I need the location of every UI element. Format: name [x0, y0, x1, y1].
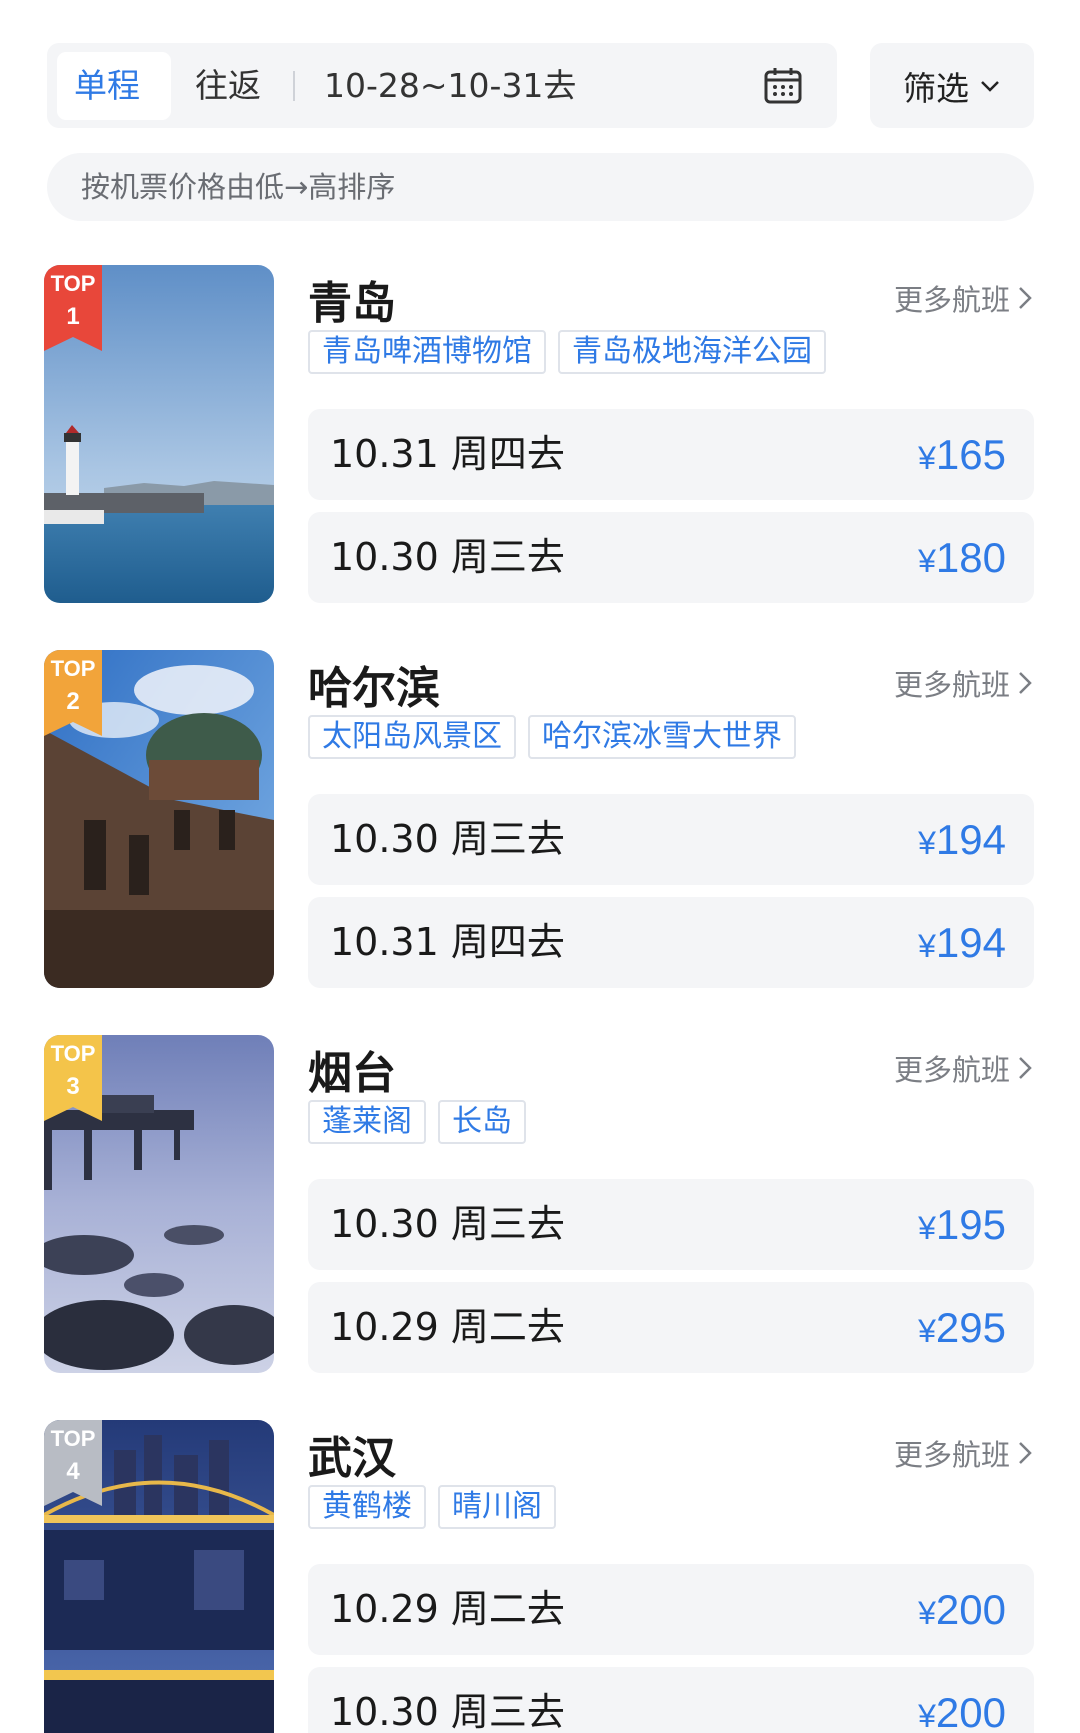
flight-row[interactable]: 10.30 周三去 ¥194 [308, 794, 1034, 885]
destination-card-yantai[interactable]: TOP 3 烟台 更多航班 蓬莱阁 长岛 10.30 周三去 ¥195 10.2… [44, 1035, 1034, 1375]
divider [293, 71, 295, 101]
destination-card-wuhan[interactable]: TOP 4 武汉 更多航班 黄鹤楼 晴川阁 10.29 周二去 ¥200 10.… [44, 1420, 1034, 1733]
city-name: 烟台 [308, 1048, 396, 1099]
flight-price: ¥200 [918, 1689, 1006, 1733]
sort-order-bar[interactable]: 按机票价格由低→高排序 [47, 153, 1034, 221]
flight-row[interactable]: 10.31 周四去 ¥194 [308, 897, 1034, 988]
calendar-icon[interactable] [764, 67, 802, 105]
attraction-tag[interactable]: 蓬莱阁 [308, 1100, 426, 1144]
attraction-tag[interactable]: 青岛极地海洋公园 [558, 330, 826, 374]
chevron-right-icon [1019, 1057, 1032, 1079]
rank-badge: TOP 3 [44, 1035, 102, 1121]
chevron-right-icon [1019, 287, 1032, 309]
flight-price: ¥195 [918, 1201, 1006, 1248]
flight-row[interactable]: 10.30 周三去 ¥200 [308, 1667, 1034, 1733]
flight-date: 10.30 周三去 [330, 1202, 565, 1246]
attraction-tag[interactable]: 哈尔滨冰雪大世界 [528, 715, 796, 759]
more-flights-link[interactable]: 更多航班 [894, 1432, 1034, 1474]
filter-button[interactable]: 筛选 [870, 43, 1034, 128]
flight-price: ¥165 [918, 431, 1006, 478]
flight-date: 10.30 周三去 [330, 535, 565, 579]
attraction-tag[interactable]: 青岛啤酒博物馆 [308, 330, 546, 374]
city-name: 青岛 [308, 278, 396, 329]
city-name: 哈尔滨 [308, 663, 440, 714]
flight-price: ¥295 [918, 1304, 1006, 1351]
rank-badge: TOP 1 [44, 265, 102, 351]
attraction-tag[interactable]: 黄鹤楼 [308, 1485, 426, 1529]
flight-date: 10.31 周四去 [330, 920, 565, 964]
attraction-tag[interactable]: 晴川阁 [438, 1485, 556, 1529]
flight-price: ¥180 [918, 534, 1006, 581]
tab-round-trip[interactable]: 往返 [195, 43, 261, 128]
flight-date: 10.29 周二去 [330, 1587, 565, 1631]
filter-label: 筛选 [903, 68, 969, 108]
chevron-down-icon [981, 80, 999, 92]
flight-row[interactable]: 10.29 周二去 ¥200 [308, 1564, 1034, 1655]
flight-price: ¥194 [918, 919, 1006, 966]
flight-date: 10.31 周四去 [330, 432, 565, 476]
chevron-right-icon [1019, 1442, 1032, 1464]
flight-date: 10.30 周三去 [330, 817, 565, 861]
flight-date: 10.29 周二去 [330, 1305, 565, 1349]
attraction-tag[interactable]: 长岛 [438, 1100, 526, 1144]
more-flights-link[interactable]: 更多航班 [894, 277, 1034, 319]
rank-badge: TOP 4 [44, 1420, 102, 1506]
city-name: 武汉 [308, 1433, 396, 1484]
attraction-tag[interactable]: 太阳岛风景区 [308, 715, 516, 759]
destination-card-harbin[interactable]: TOP 2 哈尔滨 更多航班 太阳岛风景区 哈尔滨冰雪大世界 10.30 周三去… [44, 650, 1034, 990]
flight-row[interactable]: 10.30 周三去 ¥180 [308, 512, 1034, 603]
flight-row[interactable]: 10.31 周四去 ¥165 [308, 409, 1034, 500]
flight-price: ¥200 [918, 1586, 1006, 1633]
rank-badge: TOP 2 [44, 650, 102, 736]
tab-one-way[interactable]: 单程 [74, 43, 140, 128]
destination-photo: TOP 1 [44, 265, 274, 603]
flight-row[interactable]: 10.30 周三去 ¥195 [308, 1179, 1034, 1270]
flight-date: 10.30 周三去 [330, 1690, 565, 1733]
more-flights-link[interactable]: 更多航班 [894, 662, 1034, 704]
flight-price: ¥194 [918, 816, 1006, 863]
more-flights-link[interactable]: 更多航班 [894, 1047, 1034, 1089]
destination-card-qingdao[interactable]: TOP 1 青岛 更多航班 青岛啤酒博物馆 青岛极地海洋公园 10.31 周四去… [44, 265, 1034, 605]
date-range[interactable]: 10-28~10-31去 [324, 43, 576, 128]
trip-type-bar: 单程 往返 10-28~10-31去 [47, 43, 837, 128]
destination-photo: TOP 3 [44, 1035, 274, 1373]
destination-photo: TOP 2 [44, 650, 274, 988]
destination-photo: TOP 4 [44, 1420, 274, 1733]
flight-row[interactable]: 10.29 周二去 ¥295 [308, 1282, 1034, 1373]
chevron-right-icon [1019, 672, 1032, 694]
